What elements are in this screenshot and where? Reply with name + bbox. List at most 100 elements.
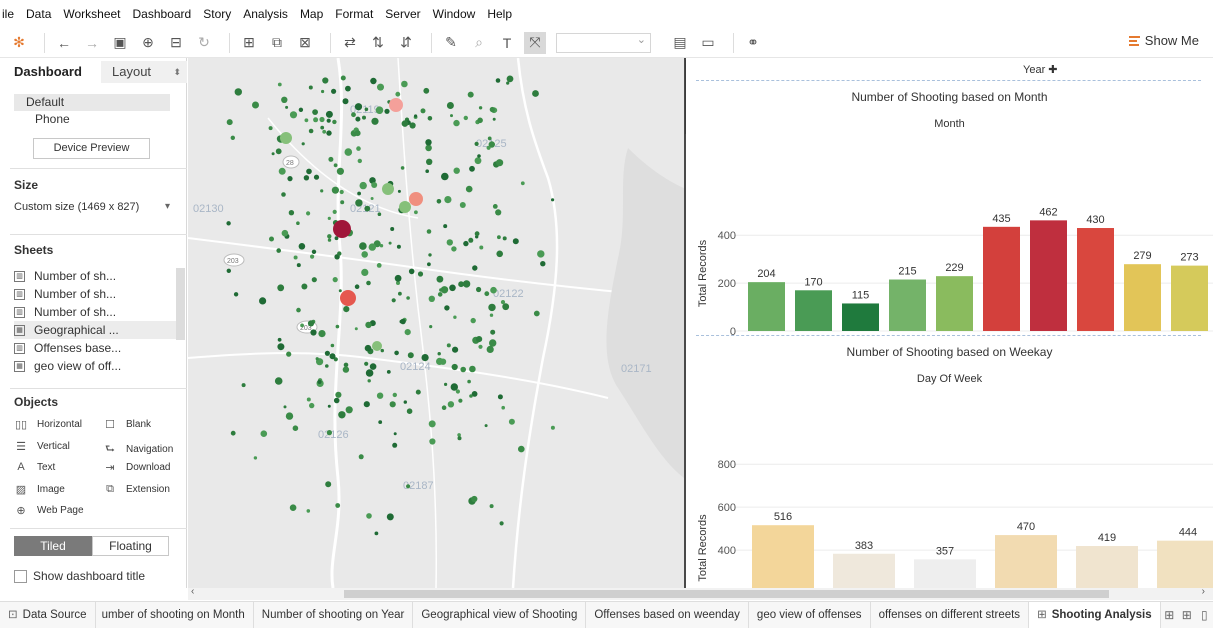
shooting-point[interactable] [274,377,283,385]
shooting-point[interactable] [506,75,514,83]
bar[interactable] [936,276,973,331]
object-extension[interactable]: ⧉ Extension [103,483,170,496]
shooting-point[interactable] [333,397,340,404]
shooting-point[interactable] [501,405,506,410]
presentation-mode-icon[interactable]: ▭ [697,32,719,54]
menu-data[interactable]: Data [26,7,51,21]
shooting-point[interactable] [406,296,410,300]
shooting-cluster-point[interactable] [399,201,411,213]
shooting-point[interactable] [394,350,399,356]
new-worksheet-icon[interactable]: ⊞ [1161,602,1178,628]
shooting-point[interactable] [328,156,334,162]
shooting-cluster-point[interactable] [382,183,394,195]
shooting-point[interactable] [233,292,239,297]
menu-file[interactable]: ile [2,7,14,21]
shooting-point[interactable] [312,109,318,115]
shooting-point[interactable] [326,430,332,436]
shooting-point[interactable] [326,130,332,136]
shooting-point[interactable] [404,329,411,336]
shooting-point[interactable] [427,116,433,121]
shooting-point[interactable] [298,107,304,112]
shooting-point[interactable] [345,406,353,414]
shooting-point[interactable] [406,408,413,415]
shooting-point[interactable] [379,244,384,248]
shooting-point[interactable] [325,364,329,368]
shooting-point[interactable] [499,521,504,526]
shooting-point[interactable] [293,255,298,260]
shooting-point[interactable] [332,277,338,283]
shooting-point[interactable] [378,420,383,424]
fit-dropdown[interactable] [556,32,651,53]
shooting-point[interactable] [318,330,326,338]
shooting-point[interactable] [362,115,366,120]
shooting-point[interactable] [444,196,452,204]
back-arrow-icon[interactable]: ← [53,32,75,54]
shooting-point[interactable] [446,343,451,348]
object-navigation[interactable]: ⮑ Navigation [103,440,173,459]
shooting-point[interactable] [370,197,374,200]
device-default[interactable]: Default [14,94,170,111]
sheet-tab[interactable]: offenses on different streets [871,602,1030,628]
shooting-point[interactable] [342,98,349,105]
shooting-point[interactable] [234,88,242,96]
shooting-point[interactable] [428,420,436,428]
shooting-point[interactable] [436,199,442,204]
menu-server[interactable]: Server [385,7,420,21]
shooting-point[interactable] [417,271,424,277]
shooting-point[interactable] [488,303,496,312]
shooting-point[interactable] [401,80,408,88]
bar[interactable] [1077,228,1114,331]
shooting-point[interactable] [269,236,274,242]
shooting-point[interactable] [436,275,444,283]
shooting-point[interactable] [427,262,431,267]
duplicate-sheet-icon[interactable]: ⧉ [266,32,288,54]
shooting-point[interactable] [304,118,309,123]
tab-data-source[interactable]: ⊡ Data Source [0,602,96,628]
shooting-point[interactable] [364,361,369,366]
shooting-point[interactable] [469,165,475,172]
shooting-point[interactable] [322,129,327,134]
shooting-point[interactable] [338,411,346,419]
shooting-point[interactable] [310,254,315,259]
shooting-point[interactable] [450,114,453,118]
shooting-point[interactable] [377,212,382,216]
shooting-point[interactable] [455,389,460,394]
horizontal-scrollbar[interactable]: ‹ › [188,586,1213,600]
shooting-point[interactable] [426,229,432,234]
device-preview-button[interactable]: Device Preview [33,138,150,159]
shooting-point[interactable] [444,382,448,386]
object-image[interactable]: ▨ Image [14,483,65,496]
shooting-point[interactable] [423,87,430,94]
shooting-point[interactable] [363,401,370,408]
shooting-point[interactable] [414,114,418,118]
shooting-point[interactable] [361,251,368,258]
shooting-point[interactable] [355,116,361,122]
shooting-point[interactable] [311,249,317,254]
month-bar-chart[interactable]: 0200400Total Records20411702115321542295… [686,120,1213,340]
shooting-point[interactable] [380,348,384,353]
shooting-point[interactable] [489,313,494,317]
shooting-point[interactable] [355,199,363,207]
shooting-point[interactable] [393,432,397,436]
shooting-point[interactable] [336,167,344,175]
shooting-point[interactable] [520,181,525,186]
shooting-point[interactable] [478,344,483,349]
shooting-point[interactable] [460,366,467,373]
shooting-point[interactable] [518,445,525,453]
shooting-point[interactable] [398,291,402,296]
shooting-point[interactable] [296,307,301,313]
shooting-point[interactable] [260,430,268,438]
shooting-point[interactable] [497,394,503,400]
menu-window[interactable]: Window [433,7,476,21]
shooting-point[interactable] [391,298,396,303]
save-icon[interactable]: ▣ [109,32,131,54]
shooting-point[interactable] [368,243,376,251]
shooting-point[interactable] [492,117,496,121]
shooting-point[interactable] [311,277,317,283]
shooting-point[interactable] [376,392,384,399]
shooting-cluster-point[interactable] [389,98,403,112]
shooting-point[interactable] [335,391,342,398]
object-vertical[interactable]: ☰ Vertical [14,440,70,453]
scroll-right-icon[interactable]: › [1202,586,1205,597]
shooting-point[interactable] [226,119,233,126]
